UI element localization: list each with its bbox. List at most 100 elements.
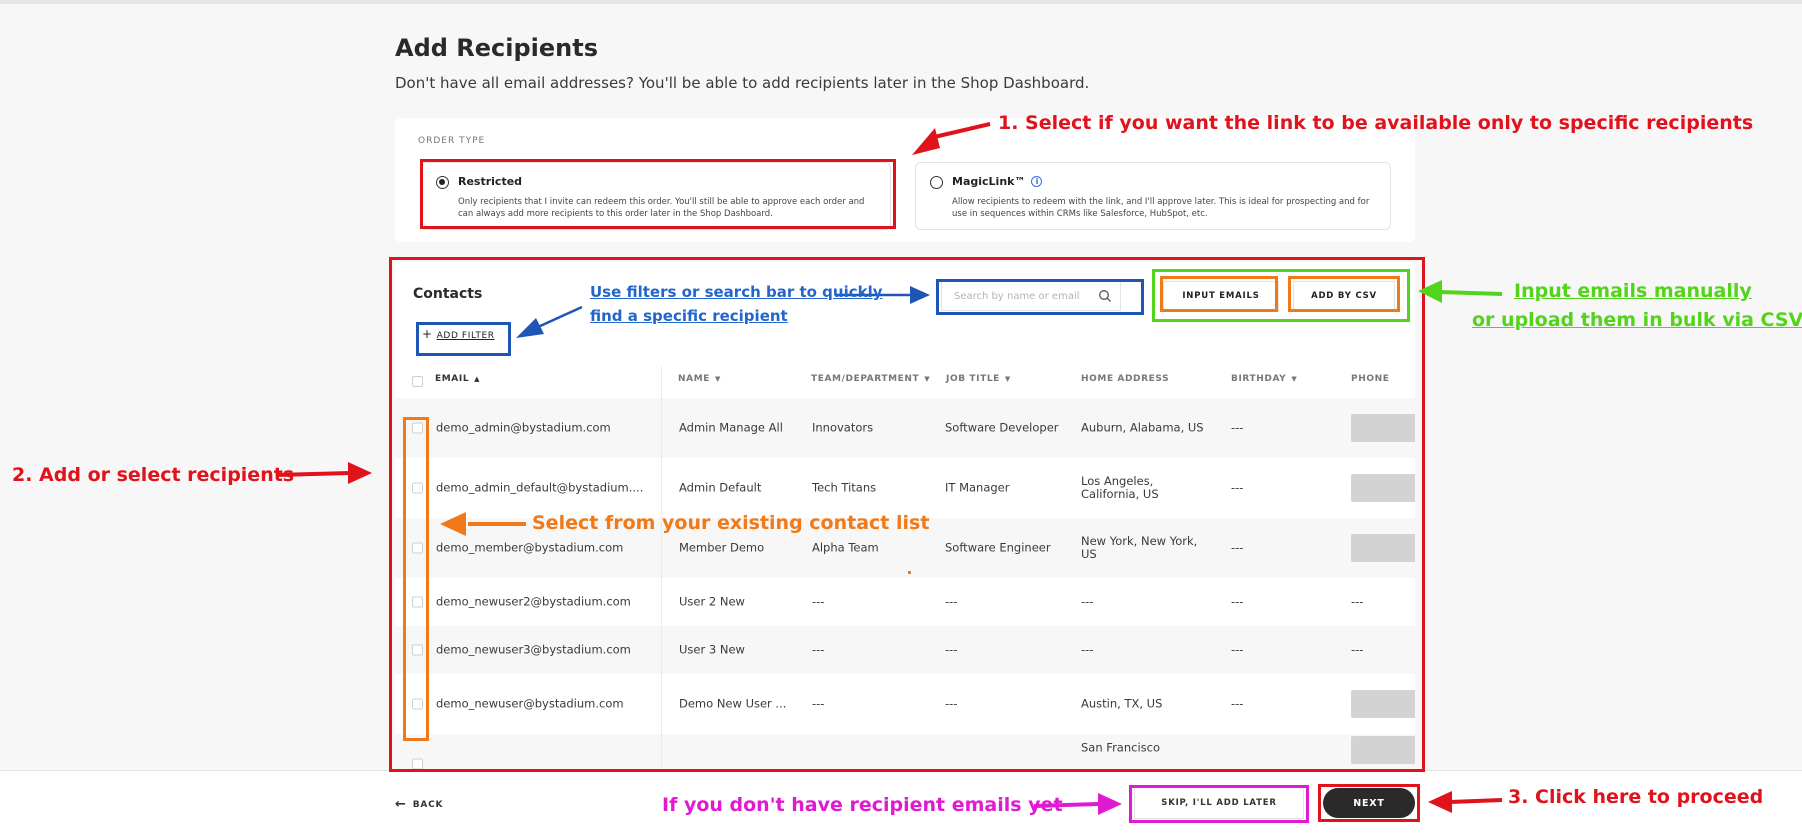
row-checkbox[interactable] (412, 596, 423, 608)
sort-down-icon: ▼ (1004, 375, 1011, 383)
row-checkbox[interactable] (412, 758, 423, 770)
search-icon[interactable] (1098, 289, 1112, 303)
input-emails-button[interactable]: INPUT EMAILS (1163, 281, 1279, 311)
table-row[interactable]: demo_admin_default@bystadium.... Admin D… (395, 458, 1415, 518)
annotation-step1: 1. Select if you want the link to be ava… (998, 112, 1754, 134)
cell-address: San Francisco (1081, 740, 1161, 755)
magiclink-title-wrap: MagicLink™ i (952, 175, 1043, 188)
phone-placeholder (1351, 414, 1415, 442)
restricted-description: Only recipients that I invite can redeem… (458, 197, 865, 219)
cell-email: demo_newuser2@bystadium.com (436, 594, 631, 609)
column-divider (661, 366, 662, 772)
column-birthday[interactable]: BIRTHDAY ▼ (1231, 374, 1297, 384)
back-button[interactable]: ← BACK (395, 797, 443, 812)
column-email[interactable]: EMAIL ▲ (435, 374, 480, 384)
top-border (0, 0, 1802, 4)
annotation-input-line1: Input emails manually (1514, 280, 1752, 302)
cell-email: demo_newuser3@bystadium.com (436, 642, 631, 657)
cell-address: New York, New York, US (1081, 534, 1198, 561)
table-row[interactable]: demo_newuser3@bystadium.com User 3 New -… (395, 626, 1415, 674)
cell-address: --- (1081, 594, 1094, 609)
column-team[interactable]: TEAM/DEPARTMENT ▼ (811, 374, 930, 384)
column-phone[interactable]: PHONE (1351, 374, 1389, 384)
cell-team: --- (812, 594, 825, 609)
cell-birthday: --- (1231, 540, 1244, 555)
cell-name: User 3 New (679, 642, 745, 657)
row-checkbox[interactable] (412, 644, 423, 656)
sort-up-icon: ▲ (474, 375, 481, 383)
add-by-csv-button[interactable]: ADD BY CSV (1293, 281, 1395, 311)
restricted-radio[interactable] (436, 176, 449, 189)
contacts-table: EMAIL ▲ NAME ▼ TEAM/DEPARTMENT ▼ JOB TITLE ▼… (395, 362, 1415, 772)
cell-name: User 2 New (679, 594, 745, 609)
cell-name: Demo New User ... (679, 696, 787, 711)
cell-team: Alpha Team (812, 540, 879, 555)
cell-email: demo_admin_default@bystadium.... (436, 480, 644, 495)
table-row[interactable]: demo_admin@bystadium.com Admin Manage Al… (395, 398, 1415, 458)
select-all-checkbox[interactable] (412, 376, 423, 387)
cell-address: Los Angeles, California, US (1081, 474, 1159, 501)
cell-birthday: --- (1231, 420, 1244, 435)
add-filter-label: ADD FILTER (436, 331, 495, 341)
annotation-step2: 2. Add or select recipients (12, 464, 295, 486)
cell-team: Innovators (812, 420, 874, 435)
add-filter-button[interactable]: + ADD FILTER (422, 327, 495, 341)
cell-job: IT Manager (945, 480, 1010, 495)
cell-job: --- (945, 696, 958, 711)
cell-name: Admin Default (679, 480, 762, 495)
table-row[interactable]: San Francisco (395, 734, 1415, 772)
cell-email: demo_member@bystadium.com (436, 540, 624, 555)
table-row[interactable]: demo_newuser2@bystadium.com User 2 New -… (395, 578, 1415, 626)
cell-phone: --- (1351, 594, 1364, 609)
column-home-address[interactable]: HOME ADDRESS (1081, 374, 1169, 384)
restricted-title: Restricted (458, 175, 523, 188)
annotation-filters-line2: find a specific recipient (590, 307, 788, 325)
search-input[interactable] (942, 282, 1092, 310)
phone-placeholder (1351, 534, 1415, 562)
row-checkbox[interactable] (412, 422, 423, 434)
annotation-select-existing: Select from your existing contact list (532, 512, 930, 534)
order-type-label: ORDER TYPE (418, 136, 486, 146)
order-type-magiclink[interactable]: MagicLink™ i Allow recipients to redeem w… (915, 162, 1391, 230)
cell-team: --- (812, 642, 825, 657)
order-type-restricted[interactable]: Restricted Only recipients that I invite… (421, 162, 891, 230)
next-button[interactable]: NEXT (1323, 788, 1415, 818)
phone-placeholder (1351, 474, 1415, 502)
row-checkbox[interactable] (412, 542, 423, 554)
cell-name: Member Demo (679, 540, 765, 555)
column-name[interactable]: NAME ▼ (678, 374, 721, 384)
order-type-card: ORDER TYPE Restricted Only recipients th… (395, 118, 1415, 242)
back-label: BACK (412, 800, 444, 810)
annotation-step3: 3. Click here to proceed (1508, 786, 1764, 808)
cell-phone: --- (1351, 642, 1364, 657)
page-subtitle: Don't have all email addresses? You'll b… (395, 74, 1090, 92)
info-icon[interactable]: i (1031, 176, 1043, 187)
annotation-no-emails: If you don't have recipient emails yet (662, 794, 1063, 816)
cell-address: Auburn, Alabama, US (1081, 420, 1204, 435)
row-checkbox[interactable] (412, 482, 423, 494)
cell-address: --- (1081, 642, 1094, 657)
magiclink-title: MagicLink™ (952, 175, 1026, 188)
cell-job: --- (945, 594, 958, 609)
magiclink-radio[interactable] (930, 176, 943, 189)
table-row[interactable]: demo_newuser@bystadium.com Demo New User… (395, 674, 1415, 734)
cell-job: Software Engineer (945, 540, 1051, 555)
annotation-input-line2: or upload them in bulk via CSV (1472, 309, 1802, 331)
phone-placeholder (1351, 736, 1415, 764)
skip-add-later-button[interactable]: SKIP, I'LL ADD LATER (1134, 787, 1304, 819)
cell-birthday: --- (1231, 696, 1244, 711)
sort-down-icon: ▼ (715, 375, 721, 383)
cell-job: Software Developer (945, 420, 1059, 435)
row-checkbox[interactable] (412, 698, 423, 710)
cell-address: Austin, TX, US (1081, 696, 1163, 711)
arrow-left-icon: ← (395, 797, 407, 812)
cell-email: demo_admin@bystadium.com (436, 420, 611, 435)
annotation-filters-line1: Use filters or search bar to quickly (590, 283, 883, 301)
search-box (941, 281, 1121, 311)
cell-birthday: --- (1231, 594, 1244, 609)
sort-down-icon: ▼ (1291, 375, 1298, 383)
cell-name: Admin Manage All (679, 420, 783, 435)
column-job-title[interactable]: JOB TITLE ▼ (946, 374, 1011, 384)
contacts-title: Contacts (413, 286, 483, 302)
cell-team: --- (812, 696, 825, 711)
